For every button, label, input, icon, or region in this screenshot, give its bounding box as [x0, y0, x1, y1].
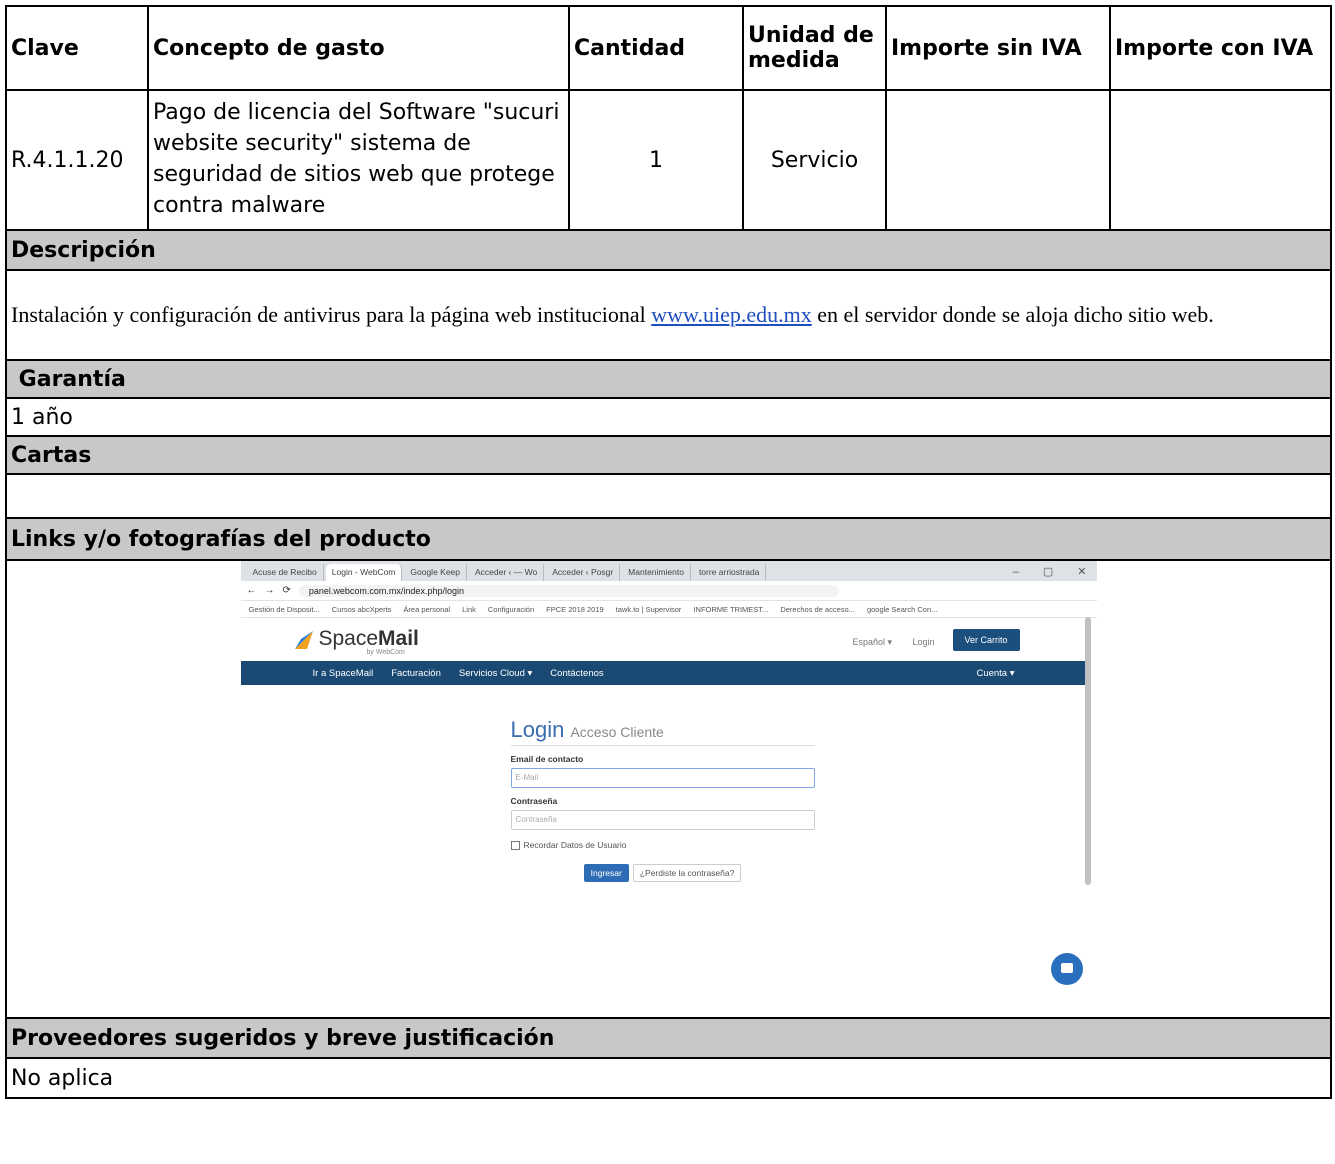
- browser-tab: Acceder ‹ — Wo: [469, 564, 545, 581]
- bookmark: Área personal: [403, 604, 451, 614]
- bookmark: tawk.to | Supervisor: [615, 604, 682, 614]
- bookmark: INFORME TRIMEST...: [693, 604, 769, 614]
- browser-tab-strip: Acuse de Recibo Login - WebCom Google Ke…: [240, 561, 1097, 581]
- proveedores-row: No aplica: [5, 1057, 1332, 1099]
- website-link[interactable]: www.uiep.edu.mx: [651, 302, 812, 327]
- login-link: Login: [912, 637, 935, 647]
- descripcion-row: Instalación y configuración de antivirus…: [5, 269, 1332, 361]
- address-bar-row: ← → ⟳ panel.webcom.com.mx/index.php/logi…: [240, 581, 1097, 601]
- garantia-row: 1 año: [5, 397, 1332, 437]
- browser-tab: Acceder ‹ Posgr: [546, 564, 621, 581]
- cartas-header-row: Cartas: [5, 435, 1332, 475]
- product-photo-cell: Acuse de Recibo Login - WebCom Google Ke…: [5, 559, 1332, 1019]
- bookmarks-bar: Gestión de Disposit... Cursos abcXperts …: [240, 601, 1097, 618]
- proveedores-label: Proveedores sugeridos y breve justificac…: [5, 1017, 1332, 1059]
- item-row: R.4.1.1.20 Pago de licencia del Software…: [5, 89, 1332, 231]
- brand-name-b: Mail: [378, 627, 419, 650]
- email-field: E-Mail: [510, 768, 815, 788]
- bookmark: google Search Con...: [866, 604, 938, 614]
- header-importe-sin-iva: Importe sin IVA: [885, 5, 1111, 91]
- nav-item: Servicios Cloud ▾: [458, 667, 533, 679]
- requisition-table: Clave Concepto de gasto Cantidad Unidad …: [5, 5, 1332, 1099]
- bookmark: Cursos abcXperts: [331, 604, 392, 614]
- cell-clave: R.4.1.1.20: [5, 89, 149, 231]
- url-field: panel.webcom.com.mx/index.php/login: [298, 584, 839, 597]
- password-label: Contraseña: [510, 796, 558, 806]
- cell-importe-sin-iva: [885, 89, 1111, 231]
- cartas-row: [5, 473, 1332, 519]
- login-title: Login Acceso Cliente: [510, 717, 815, 746]
- cell-cantidad: 1: [568, 89, 744, 231]
- cart-button: Ver Carrito: [952, 629, 1020, 651]
- brand-name: SpaceMail by WebCom: [319, 627, 419, 656]
- bookmark: Link: [462, 604, 476, 614]
- nav-item: Facturación: [391, 667, 441, 679]
- back-icon: ←: [246, 585, 257, 596]
- reload-icon: ⟳: [282, 585, 291, 596]
- header-concepto: Concepto de gasto: [147, 5, 570, 91]
- minimize-icon: –: [1012, 566, 1019, 578]
- header-cantidad: Cantidad: [568, 5, 744, 91]
- login-button: Ingresar: [583, 864, 629, 882]
- links-row: Acuse de Recibo Login - WebCom Google Ke…: [5, 559, 1332, 1019]
- window-controls: – ▢ ✕: [1013, 564, 1097, 581]
- bookmark: Gestión de Disposit...: [248, 604, 320, 614]
- cartas-label: Cartas: [5, 435, 1332, 475]
- cell-importe-con-iva: [1109, 89, 1332, 231]
- garantia-value: 1 año: [5, 397, 1332, 437]
- header-clave: Clave: [5, 5, 149, 91]
- spacemail-logo-icon: [294, 631, 313, 649]
- header-unidad: Unidad de medida: [742, 5, 887, 91]
- bookmark: Configuración: [487, 604, 535, 614]
- login-subtitle: Acceso Cliente: [570, 724, 664, 740]
- descripcion-text-after: en el servidor donde se aloja dicho siti…: [811, 302, 1214, 328]
- nav-item: Contáctenos: [550, 667, 604, 679]
- login-buttons: Ingresar ¿Perdiste la contraseña?: [511, 864, 815, 882]
- garantia-header-row: Garantía: [5, 359, 1332, 399]
- remember-label: Recordar Datos de Usuario: [523, 840, 627, 850]
- close-icon: ✕: [1077, 566, 1087, 578]
- forgot-password-button: ¿Perdiste la contraseña?: [632, 864, 742, 882]
- product-screenshot: Acuse de Recibo Login - WebCom Google Ke…: [240, 561, 1097, 1005]
- proveedores-value: No aplica: [5, 1057, 1332, 1099]
- restore-icon: ▢: [1042, 566, 1054, 578]
- garantia-label-text: Garantía: [18, 366, 126, 392]
- cell-unidad: Servicio: [742, 89, 887, 231]
- header-row: Clave Concepto de gasto Cantidad Unidad …: [5, 5, 1332, 91]
- site-nav: Ir a SpaceMail Facturación Servicios Clo…: [240, 661, 1087, 685]
- password-field: Contraseña: [510, 810, 815, 830]
- descripcion-header-row: Descripción: [5, 229, 1332, 271]
- proveedores-header-row: Proveedores sugeridos y breve justificac…: [5, 1017, 1332, 1059]
- brand-name-a: Space: [318, 627, 379, 650]
- login-panel: Login Acceso Cliente Email de contacto E…: [510, 717, 815, 882]
- cell-concepto: Pago de licencia del Software "sucuri we…: [147, 89, 570, 231]
- browser-tab: Acuse de Recibo: [247, 564, 324, 581]
- browser-tab: Google Keep: [404, 564, 468, 581]
- descripcion-label: Descripción: [5, 229, 1332, 271]
- login-title-text: Login: [510, 717, 565, 742]
- remember-checkbox: Recordar Datos de Usuario: [510, 840, 815, 850]
- links-label: Links y/o fotografías del producto: [5, 517, 1332, 561]
- garantia-label: Garantía: [5, 359, 1332, 399]
- bookmark: Derechos de acceso...: [780, 604, 855, 614]
- nav-item: Ir a SpaceMail: [312, 667, 374, 679]
- bookmark: FPCE 2018 2019: [546, 604, 604, 614]
- descripcion-text-before: Instalación y configuración de antivirus…: [11, 302, 652, 328]
- browser-tab: Mantenimiento: [622, 564, 691, 581]
- scrollbar: [1084, 617, 1091, 885]
- nav-account: Cuenta ▾: [976, 667, 1015, 679]
- chat-bubble-icon: [1050, 953, 1083, 985]
- browser-tab-active: Login - WebCom: [325, 564, 403, 581]
- links-header-row: Links y/o fotografías del producto: [5, 517, 1332, 561]
- language-select: Español ▾: [852, 637, 893, 647]
- header-importe-con-iva: Importe con IVA: [1109, 5, 1332, 91]
- browser-tab: torre arriostrada: [693, 564, 767, 581]
- checkbox-icon: [510, 840, 520, 850]
- brand-by: by WebCom: [366, 649, 405, 656]
- email-label: Email de contacto: [510, 754, 584, 764]
- cartas-value: [5, 473, 1332, 519]
- forward-icon: →: [264, 585, 275, 596]
- descripcion-text: Instalación y configuración de antivirus…: [5, 269, 1332, 361]
